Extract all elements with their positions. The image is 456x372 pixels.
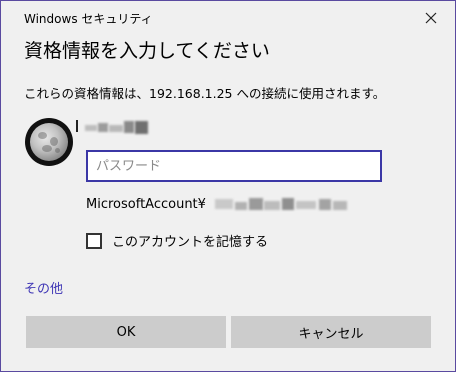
cancel-button[interactable]: キャンセル [231, 316, 431, 348]
close-button[interactable] [421, 8, 441, 28]
password-input[interactable] [86, 150, 382, 182]
moon-avatar-icon [30, 123, 68, 161]
account-domain-prefix: MicrosoftAccount¥ [86, 197, 206, 212]
window-title: Windows セキュリティ [24, 12, 153, 26]
close-icon [425, 12, 437, 24]
checkbox-box[interactable] [86, 232, 102, 249]
more-options-link[interactable]: その他 [24, 278, 63, 297]
title-bar: Windows セキュリティ [1, 1, 455, 33]
credential-dialog: Windows セキュリティ 資格情報を入力してください これらの資格情報は、1… [0, 0, 456, 372]
remember-account-label: このアカウントを記憶する [112, 235, 269, 250]
dialog-heading: 資格情報を入力してください [24, 40, 270, 62]
connection-message: これらの資格情報は、192.168.1.25 への接続に使用されます。 [24, 86, 386, 101]
avatar-decoration [76, 120, 78, 132]
remember-account-checkbox[interactable]: このアカウントを記憶する [86, 231, 268, 250]
user-avatar [25, 118, 73, 166]
ok-button[interactable]: OK [26, 316, 226, 348]
